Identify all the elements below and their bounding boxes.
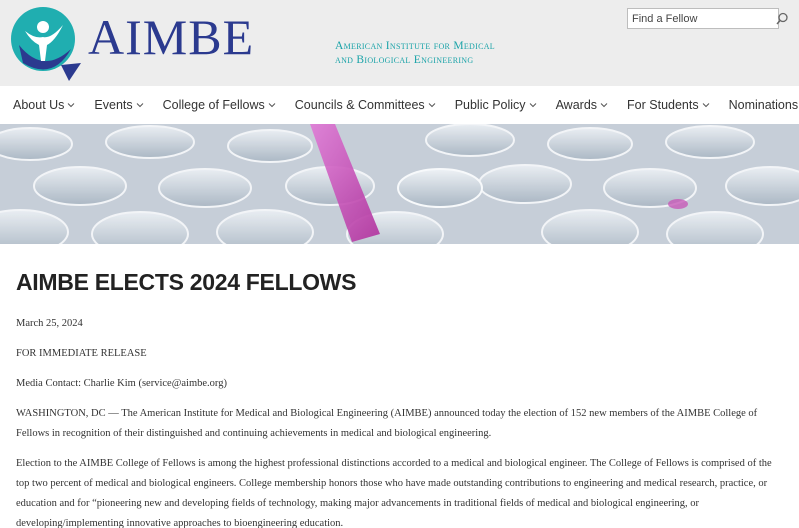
main-nav: About Us Events College of Fellows Counc… xyxy=(0,86,799,124)
logo-wordmark[interactable]: AIMBE xyxy=(88,12,254,62)
nav-item-college-of-fellows[interactable]: College of Fellows xyxy=(163,98,276,112)
article-content: AIMBE ELECTS 2024 FELLOWS March 25, 2024… xyxy=(0,268,799,528)
nav-item-councils-committees[interactable]: Councils & Committees xyxy=(295,98,436,112)
search-box xyxy=(627,8,788,29)
release-label: FOR IMMEDIATE RELEASE xyxy=(16,348,147,359)
article-paragraph-1: WASHINGTON, DC — The American Institute … xyxy=(16,408,758,439)
site-tagline: American Institute for Medical and Biolo… xyxy=(335,39,495,67)
tagline-line-1: American Institute for Medical xyxy=(335,40,495,52)
search-icon[interactable] xyxy=(774,11,790,27)
chevron-down-icon xyxy=(529,103,536,108)
nav-label: Public Policy xyxy=(454,98,526,112)
hero-banner-image xyxy=(0,124,799,244)
nav-item-events[interactable]: Events xyxy=(94,98,143,112)
nav-label: About Us xyxy=(13,98,65,112)
search-input[interactable] xyxy=(628,9,774,28)
nav-item-about-us[interactable]: About Us xyxy=(13,98,75,112)
nav-label: Nominations xyxy=(728,98,799,112)
nav-label: Awards xyxy=(555,98,598,112)
nav-item-nominations[interactable]: Nominations xyxy=(729,98,799,112)
chevron-down-icon xyxy=(702,103,709,108)
chevron-down-icon xyxy=(136,103,143,108)
nav-item-for-students[interactable]: For Students xyxy=(627,98,710,112)
chevron-down-icon xyxy=(68,103,75,108)
chevron-down-icon xyxy=(600,103,608,108)
nav-item-public-policy[interactable]: Public Policy xyxy=(455,98,537,112)
nav-item-awards[interactable]: Awards xyxy=(556,98,608,112)
chevron-down-icon xyxy=(428,103,436,108)
nav-label: Events xyxy=(94,98,133,112)
aimbe-logo-icon[interactable] xyxy=(9,5,81,81)
site-header: AIMBE American Institute for Medical and… xyxy=(0,0,799,86)
article-paragraph-2: Election to the AIMBE College of Fellows… xyxy=(16,458,772,528)
nav-label: Councils & Committees xyxy=(294,98,425,112)
nav-label: For Students xyxy=(627,98,699,112)
nav-label: College of Fellows xyxy=(162,98,265,112)
media-contact: Media Contact: Charlie Kim (service@aimb… xyxy=(16,378,227,389)
page-title: AIMBE ELECTS 2024 FELLOWS xyxy=(16,269,357,295)
chevron-down-icon xyxy=(268,103,276,108)
article-date: March 25, 2024 xyxy=(16,318,83,329)
tagline-line-2: and Biological Engineering xyxy=(335,54,474,66)
